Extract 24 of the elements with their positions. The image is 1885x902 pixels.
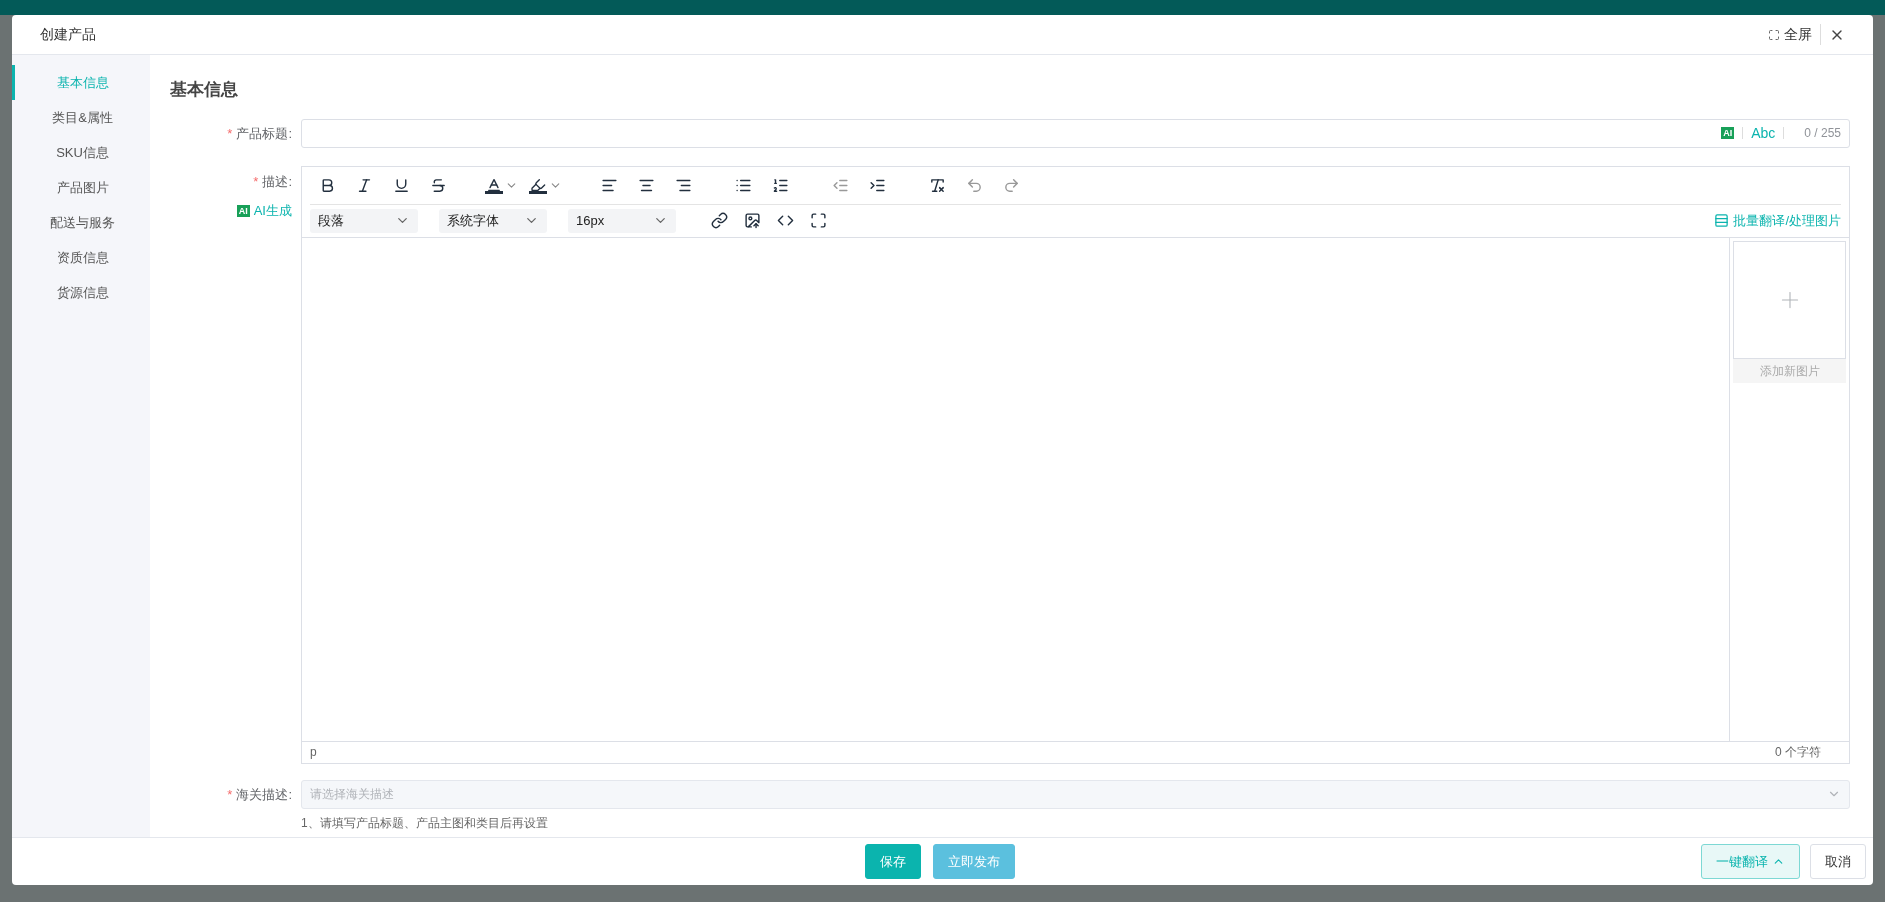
element-path: p [310,744,317,761]
field-label: * 产品标题: [227,126,292,141]
fullscreen-button[interactable]: 全屏 [1768,24,1821,45]
sidebar-tab[interactable]: 货源信息 [12,275,150,310]
sidebar-tab[interactable]: 资质信息 [12,240,150,275]
char-count: 0 个字符 [1775,744,1821,761]
stacked-rows-icon [1714,213,1730,228]
section-title: 基本信息 [170,79,239,101]
dropdown-select[interactable]: 16px [568,208,676,233]
char-counter: 0 / 255 [1803,125,1841,142]
expand-icon [1768,28,1780,41]
field-label: * 海关描述: [227,787,292,802]
dialog-title: 创建产品 [40,25,96,44]
sidebar-tab[interactable]: 类目&属性 [12,100,150,135]
dropdown-select[interactable]: 系统字体 [439,208,547,233]
sidebar-tab[interactable]: SKU信息 [12,135,150,170]
hint-text: 1、请填写产品标题、产品主图和类目后再设置 [301,814,549,832]
field-label: * 描述: [253,172,292,191]
dropdown-select[interactable]: 段落 [310,208,418,233]
sidebar-tab[interactable]: 配送与服务 [12,205,150,240]
text-color-icon [485,176,503,194]
highlighter-icon [529,176,547,194]
cancel-button[interactable]: 取消 [1810,844,1866,879]
sidebar-tab[interactable]: 产品图片 [12,170,150,205]
